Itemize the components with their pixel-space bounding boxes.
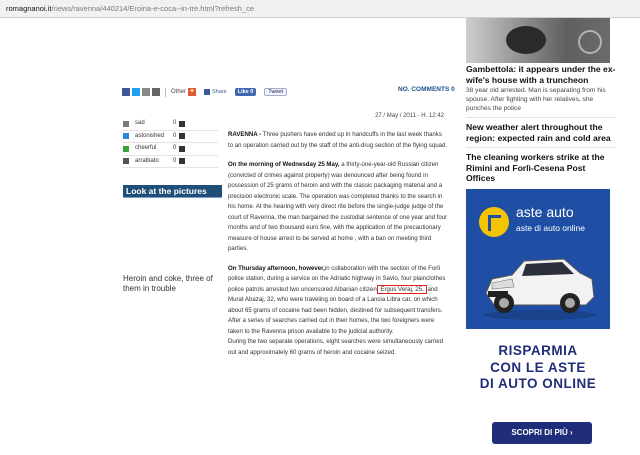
article-body: RAVENNA - Three pushers have ended up in… xyxy=(228,130,448,367)
sidebar-news-summary-1: 38 year old arrested. Man is separating … xyxy=(466,87,606,112)
share-label: Share xyxy=(212,89,227,95)
photo-subject xyxy=(506,26,546,54)
email-icon[interactable] xyxy=(142,88,150,96)
reaction-count: 0 xyxy=(173,157,177,164)
reaction-count: 0 xyxy=(173,132,177,139)
address-bar[interactable]: romagnanoi.it/news/ravenna/440214/Eroina… xyxy=(0,0,640,18)
sidebar-news-title-3[interactable]: The cleaning workers strike at the Rimin… xyxy=(466,152,616,184)
sidebar-divider xyxy=(466,147,616,148)
twitter-icon[interactable] xyxy=(132,88,140,96)
ad-brand: aste auto xyxy=(516,204,574,220)
sidebar-news-title-1[interactable]: Gambettola: it appears under the ex-wife… xyxy=(466,64,616,85)
ad-headline-line: RISPARMIA xyxy=(498,343,578,358)
cheerful-swatch xyxy=(123,145,129,152)
facebook-icon[interactable] xyxy=(122,88,130,96)
reaction-bar xyxy=(179,158,185,164)
paragraph-text: a thirty-one-year-old Russian citizen (c… xyxy=(228,161,448,252)
paragraph-lead: RAVENNA - xyxy=(228,131,262,138)
look-at-pictures-link[interactable]: Look at the pictures xyxy=(123,185,222,197)
ad-headline-line: CON LE ASTE xyxy=(490,359,586,375)
arrabiato-swatch xyxy=(123,158,129,164)
article-paragraph-3: On Thursday afternoon, however,in collab… xyxy=(228,264,448,338)
gallery-divider xyxy=(123,197,222,198)
share-bar: Other + Share Like 0 Tweet xyxy=(122,86,287,98)
advertisement-banner[interactable]: aste auto aste di auto online RISPARMIA … xyxy=(466,189,610,455)
sidebar-divider xyxy=(466,117,616,118)
plus-icon[interactable]: + xyxy=(188,88,197,96)
url-path: /news/ravenna/440214/Eroina-e-coca--in-t… xyxy=(51,4,255,13)
reaction-cheerful[interactable]: cheerful 0 xyxy=(123,143,218,156)
reaction-count: 0 xyxy=(173,145,177,151)
reaction-sad[interactable]: sad 0 xyxy=(123,118,218,131)
ad-headline-line: DI AUTO ONLINE xyxy=(479,376,597,391)
ad-headline: RISPARMIA CON LE ASTE DI AUTO ONLINE xyxy=(466,343,610,393)
article-paragraph-1: RAVENNA - Three pushers have ended up in… xyxy=(228,130,448,151)
paragraph-lead: On Thursday afternoon, however, xyxy=(228,264,325,272)
share-divider xyxy=(165,87,166,97)
paragraph-text: Three pushers have ended up in handcuffs… xyxy=(228,131,448,149)
car-image xyxy=(484,258,596,320)
reaction-label: sad xyxy=(135,120,145,126)
facebook-share-button[interactable]: Share xyxy=(204,89,227,95)
reaction-bar xyxy=(179,120,185,127)
reaction-label: astonished xyxy=(135,132,165,139)
sidebar-news-title-2[interactable]: New weather alert throughout the region:… xyxy=(466,122,616,143)
sad-swatch xyxy=(123,120,129,127)
ad-tagline: aste di auto online xyxy=(516,223,585,233)
reaction-label: cheerful xyxy=(135,145,157,151)
reactions-panel: sad 0 astonished 0 cheerful 0 arrabiato … xyxy=(123,118,218,168)
logo-mark-icon xyxy=(488,215,501,231)
facebook-share-icon xyxy=(204,89,211,95)
paragraph-text: During the two separate operations, eigh… xyxy=(228,338,444,356)
tweet-button[interactable]: Tweet xyxy=(264,88,287,96)
news-photo[interactable] xyxy=(466,18,610,63)
astonished-swatch xyxy=(123,133,129,139)
reaction-astonished[interactable]: astonished 0 xyxy=(123,131,218,143)
article-paragraph-4: During the two separate operations, eigh… xyxy=(228,337,448,358)
article-paragraph-2: On the morning of Wednesday 25 May, a th… xyxy=(228,160,448,255)
url-host: romagnanoi.it xyxy=(6,4,52,13)
print-icon[interactable] xyxy=(152,88,160,96)
paragraph-lead: On the morning of Wednesday 25 May, xyxy=(228,161,340,168)
ad-cta-button[interactable]: SCOPRI DI PIÙ › xyxy=(492,422,592,444)
facebook-like-button[interactable]: Like 0 xyxy=(234,88,257,96)
reaction-bar xyxy=(179,133,185,139)
reaction-arrabiato[interactable]: arrabiato 0 xyxy=(123,156,218,168)
article-date: 27 / May / 2011 - H. 12:42 xyxy=(375,113,444,119)
reaction-count: 0 xyxy=(173,120,177,126)
reaction-label: arrabiato xyxy=(135,157,159,164)
comments-link[interactable]: NO. COMMENTS 0 xyxy=(398,86,455,93)
related-article-title[interactable]: Heroin and coke, three of them in troubl… xyxy=(123,274,223,294)
other-label[interactable]: Other xyxy=(171,89,186,95)
reaction-bar xyxy=(179,145,185,152)
highlighted-name: Ergus Veraj, 25, xyxy=(376,284,428,294)
watermark-logo xyxy=(578,30,602,54)
